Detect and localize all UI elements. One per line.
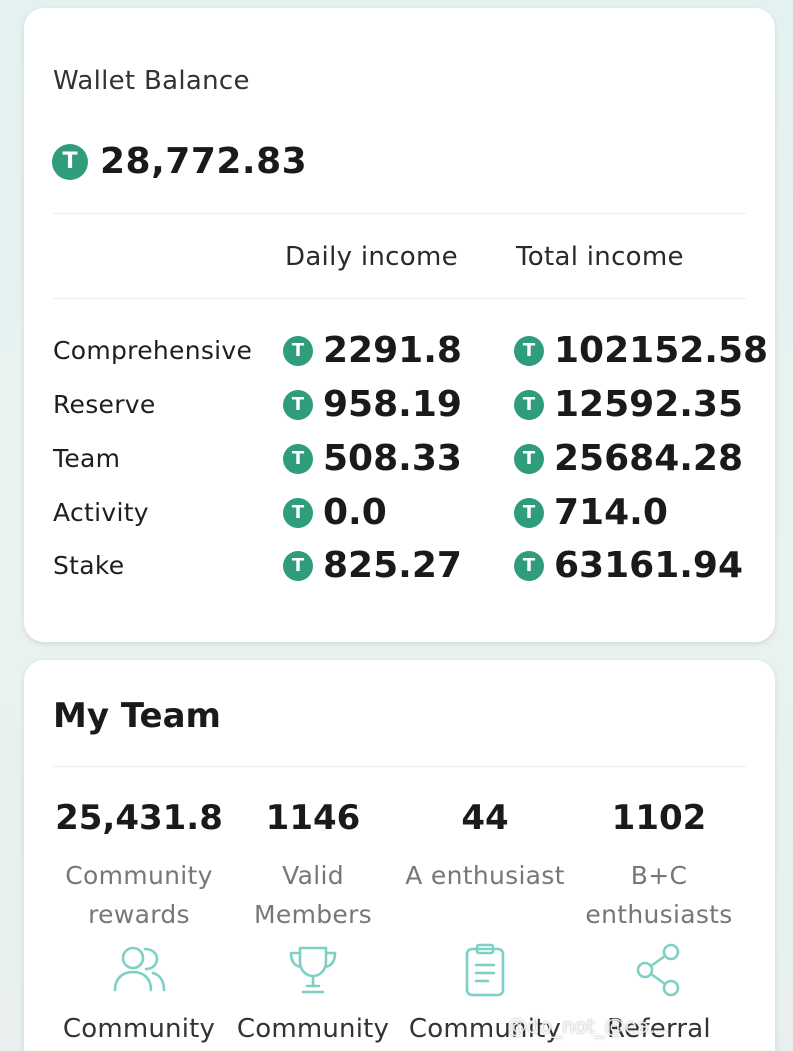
daily-income-amount: T 2291.8	[283, 330, 462, 371]
income-row-label: Stake	[53, 551, 125, 580]
community-link[interactable]: Community	[50, 1014, 228, 1044]
amount-value: 825.27	[323, 545, 462, 586]
stat-bc-enthusiasts: 1102 B+C enthusiasts	[570, 796, 748, 934]
income-row-label: Activity	[53, 498, 149, 527]
amount-value: 63161.94	[554, 545, 744, 586]
total-income-amount: T 714.0	[514, 492, 668, 533]
community-link[interactable]: Community	[224, 1014, 402, 1044]
amount-value: 0.0	[323, 492, 387, 533]
daily-income-amount: T 958.19	[283, 384, 462, 425]
tether-coin-icon: T	[514, 335, 544, 366]
amount-value: 508.33	[323, 438, 462, 479]
share-icon[interactable]	[629, 940, 689, 1000]
tether-coin-icon: T	[514, 550, 544, 581]
amount-value: 714.0	[554, 492, 668, 533]
my-team-card: My Team 25,431.8 Community rewards 1146 …	[24, 660, 775, 1051]
daily-income-amount: T 0.0	[283, 492, 387, 533]
users-icon[interactable]	[109, 940, 169, 1000]
team-title: My Team	[53, 696, 221, 736]
total-income-amount: T 12592.35	[514, 384, 743, 425]
daily-income-amount: T 825.27	[283, 545, 462, 586]
divider	[53, 298, 746, 299]
stat-label: Community rewards	[50, 856, 228, 934]
tether-coin-icon: T	[283, 443, 313, 474]
stat-label-line: Members	[254, 900, 372, 929]
stat-value: 1146	[265, 798, 361, 838]
stat-label-line: enthusiasts	[585, 900, 733, 929]
wallet-card: Wallet Balance T 28,772.83 Daily income …	[24, 8, 775, 642]
stat-a-enthusiast: 44 A enthusiast	[396, 796, 574, 895]
income-row-label: Team	[53, 444, 121, 473]
stat-community-rewards: 25,431.8 Community rewards	[50, 796, 228, 934]
wallet-balance: T 28,772.83	[52, 141, 307, 182]
amount-value: 2291.8	[323, 330, 462, 371]
income-row-label: Reserve	[53, 390, 156, 419]
total-income-amount: T 102152.58	[514, 330, 768, 371]
tether-coin-icon: T	[283, 497, 313, 528]
amount-value: 102152.58	[554, 330, 769, 371]
tether-coin-icon: T	[514, 389, 544, 420]
trophy-icon[interactable]	[283, 940, 343, 1000]
stat-value: 44	[461, 798, 509, 838]
divider	[53, 213, 746, 214]
total-income-header: Total income	[516, 242, 684, 272]
stat-value: 1102	[611, 798, 707, 838]
tether-coin-icon: T	[283, 335, 313, 366]
stat-label-line: A enthusiast	[405, 861, 565, 890]
amount-value: 25684.28	[554, 438, 744, 479]
daily-income-header: Daily income	[285, 242, 458, 272]
income-row-label: Comprehensive	[53, 336, 253, 365]
balance-value: 28,772.83	[100, 141, 308, 182]
watermark-text: @do_not_@ea...	[507, 1014, 669, 1038]
tether-coin-icon: T	[514, 443, 544, 474]
stat-label-line: rewards	[88, 900, 190, 929]
daily-income-amount: T 508.33	[283, 438, 462, 479]
total-income-amount: T 25684.28	[514, 438, 743, 479]
tether-coin-icon: T	[283, 550, 313, 581]
stat-label: B+C enthusiasts	[570, 856, 748, 934]
stat-label-line: B+C	[630, 861, 688, 890]
tether-coin-icon: T	[283, 389, 313, 420]
total-income-amount: T 63161.94	[514, 545, 743, 586]
divider	[53, 766, 746, 767]
stat-valid-members: 1146 Valid Members	[224, 796, 402, 934]
wallet-title: Wallet Balance	[53, 66, 250, 96]
amount-value: 958.19	[323, 384, 462, 425]
tether-coin-icon: T	[52, 143, 88, 180]
stat-label-line: Community	[65, 861, 213, 890]
stat-label: A enthusiast	[396, 856, 574, 895]
clipboard-icon[interactable]	[455, 940, 515, 1000]
amount-value: 12592.35	[554, 384, 744, 425]
stat-label-line: Valid	[282, 861, 344, 890]
stat-label: Valid Members	[224, 856, 402, 934]
tether-coin-icon: T	[514, 497, 544, 528]
stat-value: 25,431.8	[55, 798, 223, 838]
